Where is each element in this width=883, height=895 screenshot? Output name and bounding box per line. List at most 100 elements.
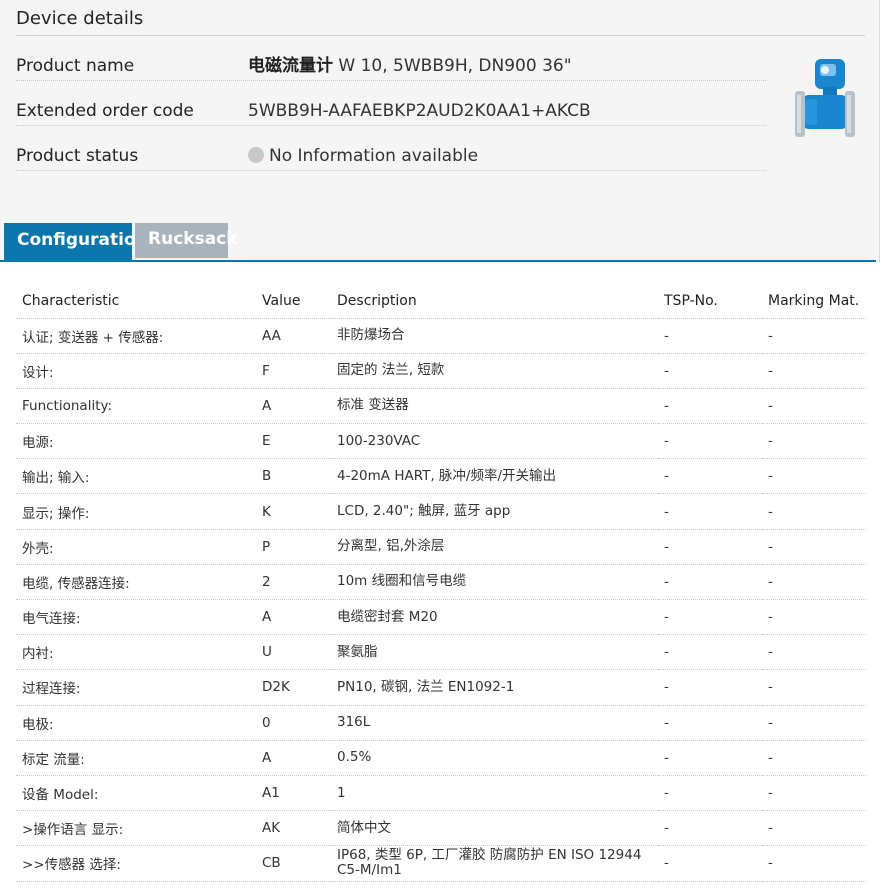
cell-description: 10m 线圈和信号电缆: [331, 564, 658, 601]
table-row: 显示; 操作: K LCD, 2.40"; 触屏, 蓝牙 app - -: [16, 493, 866, 530]
table-body: 认证; 变送器 + 传感器: AA 非防爆场合 - - 设计: F 固定的 法兰, 短款 - - F…: [16, 318, 866, 882]
cell-marking-mat: -: [762, 353, 866, 389]
cell-tsp-no: -: [658, 423, 762, 460]
cell-characteristic: >操作语言 显示:: [16, 810, 256, 847]
cell-marking-mat: -: [762, 599, 866, 636]
status-dot-icon: [248, 147, 264, 163]
cell-value: D2K: [256, 669, 331, 706]
table-row: 设计: F 固定的 法兰, 短款 - -: [16, 353, 866, 389]
cell-marking-mat: -: [762, 458, 866, 495]
product-name-value: 电磁流量计 W 10, 5WBB9H, DN900 36": [248, 51, 572, 76]
cell-tsp-no: -: [658, 388, 762, 425]
table-row: 电源: E 100-230VAC - -: [16, 423, 866, 460]
cell-description: 316L: [331, 705, 658, 741]
cell-value: CB: [256, 845, 331, 882]
cell-description: LCD, 2.40"; 触屏, 蓝牙 app: [331, 493, 658, 530]
cell-tsp-no: -: [658, 353, 762, 389]
table-row: 设备 Model: A1 1- -: [16, 775, 866, 812]
cell-tsp-no: -: [658, 458, 762, 495]
cell-characteristic: 电缆, 传感器连接:: [16, 564, 256, 601]
header-tsp-no: TSP-No.: [658, 276, 762, 319]
cell-marking-mat: -: [762, 740, 866, 776]
cell-marking-mat: -: [762, 810, 866, 847]
cell-marking-mat: -: [762, 775, 866, 812]
cell-characteristic: >>传感器 选择:: [16, 845, 256, 882]
cell-description: IP68, 类型 6P, 工厂灌胶 防腐防护 EN ISO 12944 C5-M…: [331, 845, 658, 882]
cell-marking-mat: -: [762, 669, 866, 706]
cell-value: K: [256, 493, 331, 530]
cell-value: AK: [256, 810, 331, 847]
cell-characteristic: 设备 Model:: [16, 775, 256, 812]
cell-description: 固定的 法兰, 短款: [331, 353, 658, 389]
cell-description: 4-20mA HART, 脉冲/频率/开关输出: [331, 458, 658, 495]
cell-description: 简体中文: [331, 810, 658, 847]
table-row: >>传感器 选择: CB IP68, 类型 6P, 工厂灌胶 防腐防护 EN ISO…: [16, 845, 866, 882]
cell-tsp-no: -: [658, 599, 762, 636]
cell-tsp-no: -: [658, 705, 762, 741]
cell-tsp-no: -: [658, 669, 762, 706]
table-row: 电气连接: A 电缆密封套 M20- -: [16, 599, 866, 636]
cell-characteristic: 电极:: [16, 705, 256, 741]
table-row: 外壳: P 分离型, 铝,外涂层 - -: [16, 529, 866, 565]
product-status-value: No Information available: [248, 146, 478, 166]
cell-description: 100-230VAC: [331, 423, 658, 460]
header-value: Value: [256, 276, 331, 319]
header-description: Description: [331, 276, 658, 319]
cell-marking-mat: -: [762, 705, 866, 741]
order-code-label: Extended order code: [16, 101, 194, 121]
order-code-value: 5WBB9H-AAFAEBKP2AUD2K0AA1+AKCB: [248, 101, 591, 121]
cell-value: A1: [256, 775, 331, 812]
detail-row-order-code: Extended order code 5WBB9H-AAFAEBKP2AUD2…: [16, 81, 766, 126]
cell-description: 电缆密封套 M20: [331, 599, 658, 636]
cell-marking-mat: -: [762, 318, 866, 354]
cell-marking-mat: -: [762, 634, 866, 671]
product-name-rest: W 10, 5WBB9H, DN900 36": [333, 56, 572, 76]
table-row: 标定 流量: A 0.5% - -: [16, 740, 866, 776]
cell-value: U: [256, 634, 331, 671]
product-name-bold: 电磁流量计: [248, 56, 333, 76]
table-row: Functionality: A 标准 变送器 - -: [16, 388, 866, 425]
cell-description: 标准 变送器: [331, 388, 658, 425]
product-status-text: No Information available: [269, 146, 479, 166]
cell-value: A: [256, 388, 331, 425]
cell-value: F: [256, 353, 331, 389]
table-row: >操作语言 显示: AK 简体中文 - -: [16, 810, 866, 847]
cell-value: AA: [256, 318, 331, 354]
cell-characteristic: 电源:: [16, 423, 256, 460]
cell-marking-mat: -: [762, 564, 866, 601]
cell-value: 0: [256, 705, 331, 741]
detail-row-product-status: Product status No Information available: [16, 126, 766, 171]
cell-description: 分离型, 铝,外涂层: [331, 529, 658, 565]
tab-rucksack[interactable]: Rucksack: [135, 223, 238, 258]
cell-characteristic: 输出; 输入:: [16, 458, 256, 495]
cell-tsp-no: -: [658, 634, 762, 671]
cell-characteristic: 显示; 操作:: [16, 493, 256, 530]
cell-value: A: [256, 599, 331, 636]
cell-marking-mat: -: [762, 493, 866, 530]
cell-description: PN10, 碳钢, 法兰 EN1092-1: [331, 669, 658, 706]
table-row: 过程连接: D2K PN10, 碳钢, 法兰 EN1092-1- -: [16, 669, 866, 706]
cell-marking-mat: -: [762, 529, 866, 565]
cell-tsp-no: -: [658, 845, 762, 882]
cell-description: 聚氨脂: [331, 634, 658, 671]
cell-tsp-no: -: [658, 810, 762, 847]
product-status-label: Product status: [16, 146, 139, 166]
cell-characteristic: 认证; 变送器 + 传感器:: [16, 318, 256, 354]
cell-tsp-no: -: [658, 775, 762, 812]
table-header-row: Characteristic Value Description TSP-No.…: [16, 276, 866, 319]
cell-description: 1: [331, 775, 658, 812]
cell-marking-mat: -: [762, 845, 866, 882]
device-details-panel: Device details Product name 电磁流量计 W 10, …: [0, 0, 880, 895]
cell-characteristic: 设计:: [16, 353, 256, 389]
cell-value: P: [256, 529, 331, 565]
cell-value: E: [256, 423, 331, 460]
table-row: 电极: 0 316L - -: [16, 705, 866, 741]
flowmeter-device-image: [795, 59, 855, 137]
tab-configuration[interactable]: Configuration: [4, 223, 148, 261]
cell-characteristic: 过程连接:: [16, 669, 256, 706]
characteristics-table: Characteristic Value Description TSP-No.…: [16, 276, 866, 882]
configuration-table-area: Characteristic Value Description TSP-No.…: [0, 262, 880, 895]
cell-marking-mat: -: [762, 388, 866, 425]
table-row: 认证; 变送器 + 传感器: AA 非防爆场合 - -: [16, 318, 866, 354]
product-name-label: Product name: [16, 56, 135, 76]
